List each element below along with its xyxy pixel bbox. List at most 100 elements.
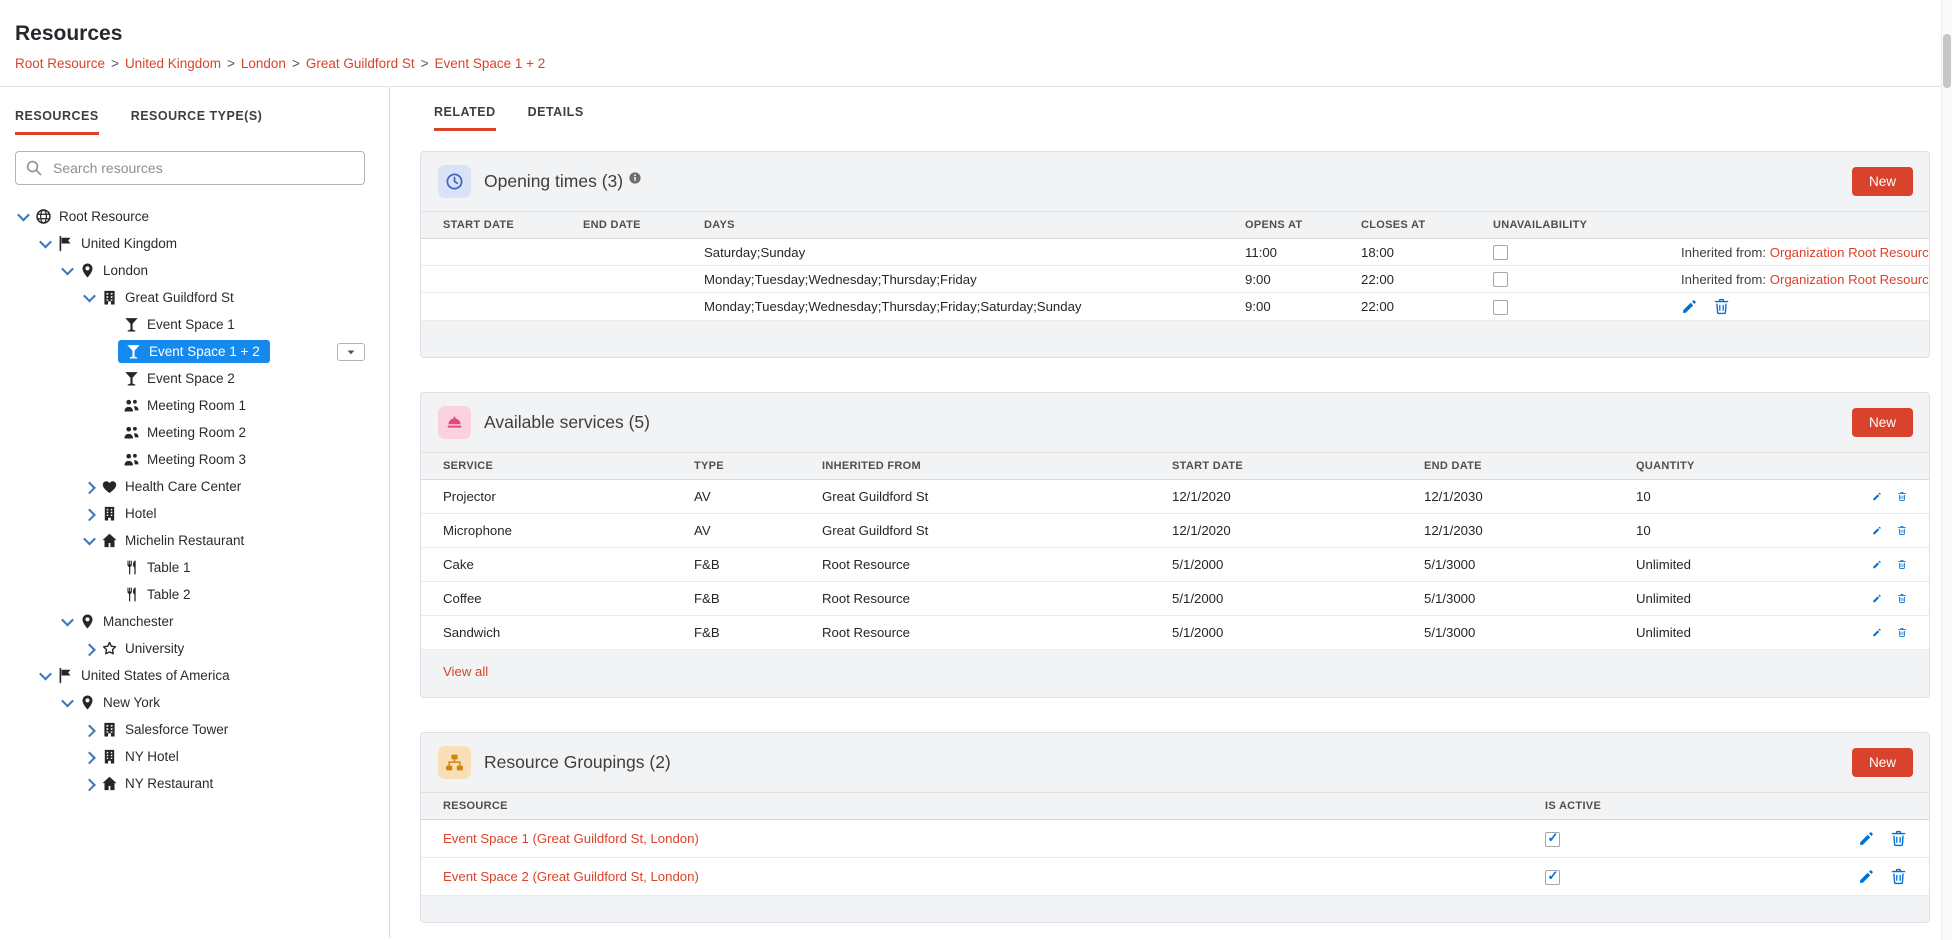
- tree-item-meeting-room-3[interactable]: Meeting Room 3: [0, 446, 389, 473]
- chevron-down-icon[interactable]: [36, 667, 54, 685]
- unavailability-checkbox[interactable]: [1493, 272, 1508, 287]
- new-service-button[interactable]: New: [1852, 408, 1913, 437]
- resource-link[interactable]: Event Space 1 (Great Guildford St, Londo…: [443, 831, 699, 846]
- delete-button[interactable]: [1890, 868, 1907, 885]
- breadcrumb-link[interactable]: Root Resource: [15, 56, 105, 71]
- col-end-date: END DATE: [573, 212, 694, 239]
- chevron-down-icon[interactable]: [58, 262, 76, 280]
- tree-item-new-york[interactable]: New York: [0, 689, 389, 716]
- tree-item-event-space-1[interactable]: Event Space 1: [0, 311, 389, 338]
- chevron-right-icon[interactable]: [80, 640, 98, 658]
- tree-item-label: Meeting Room 2: [147, 425, 246, 440]
- vertical-scrollbar[interactable]: [1941, 0, 1952, 940]
- start-date-cell: 5/1/2000: [1162, 548, 1414, 582]
- tree-item-united-kingdom[interactable]: United Kingdom: [0, 230, 389, 257]
- new-grouping-button[interactable]: New: [1852, 748, 1913, 777]
- table-row: Cake F&B Root Resource 5/1/2000 5/1/3000…: [421, 548, 1929, 582]
- breadcrumb-separator: >: [421, 56, 429, 71]
- closes-at-cell: 18:00: [1351, 239, 1483, 266]
- chevron-right-icon[interactable]: [80, 478, 98, 496]
- tree-item-table-2[interactable]: Table 2: [0, 581, 389, 608]
- map-pin-icon: [79, 262, 96, 279]
- delete-button[interactable]: [1897, 556, 1907, 573]
- is-active-checkbox[interactable]: [1545, 832, 1560, 847]
- edit-button[interactable]: [1872, 488, 1882, 505]
- building-icon: [101, 748, 118, 765]
- building-icon: [101, 721, 118, 738]
- breadcrumb-link[interactable]: London: [241, 56, 286, 71]
- delete-button[interactable]: [1897, 488, 1907, 505]
- chevron-spacer: [102, 451, 120, 469]
- tab-resources[interactable]: RESOURCES: [15, 109, 99, 135]
- tree-item-university[interactable]: University: [0, 635, 389, 662]
- delete-button[interactable]: [1713, 298, 1730, 315]
- delete-button[interactable]: [1897, 522, 1907, 539]
- search-input[interactable]: [15, 151, 365, 185]
- edit-button[interactable]: [1872, 590, 1882, 607]
- edit-button[interactable]: [1872, 624, 1882, 641]
- tab-related[interactable]: RELATED: [434, 105, 496, 131]
- tab-details[interactable]: DETAILS: [528, 105, 584, 131]
- tree-item-ny-restaurant[interactable]: NY Restaurant: [0, 770, 389, 797]
- new-opening-time-button[interactable]: New: [1852, 167, 1913, 196]
- tree-item-table-1[interactable]: Table 1: [0, 554, 389, 581]
- edit-button[interactable]: [1681, 298, 1698, 315]
- chevron-down-icon[interactable]: [80, 289, 98, 307]
- tree-item-menu-button[interactable]: [337, 343, 365, 361]
- tree-item-united-states[interactable]: United States of America: [0, 662, 389, 689]
- tree-item-michelin-restaurant[interactable]: Michelin Restaurant: [0, 527, 389, 554]
- opens-at-cell: 9:00: [1235, 293, 1351, 321]
- edit-button[interactable]: [1858, 868, 1875, 885]
- tree-item-manchester[interactable]: Manchester: [0, 608, 389, 635]
- tree-item-label: Event Space 1: [147, 317, 235, 332]
- tree-item-event-space-1-2[interactable]: Event Space 1 + 2: [0, 338, 389, 365]
- tree-item-great-guildford-st[interactable]: Great Guildford St: [0, 284, 389, 311]
- tree-item-hotel[interactable]: Hotel: [0, 500, 389, 527]
- col-inherited-from: INHERITED FROM: [812, 453, 1162, 480]
- home-icon: [101, 532, 118, 549]
- unavailability-checkbox[interactable]: [1493, 300, 1508, 315]
- chevron-down-icon[interactable]: [36, 235, 54, 253]
- col-closes-at: CLOSES AT: [1351, 212, 1483, 239]
- edit-button[interactable]: [1872, 522, 1882, 539]
- is-active-checkbox[interactable]: [1545, 870, 1560, 885]
- tree-item-meeting-room-2[interactable]: Meeting Room 2: [0, 419, 389, 446]
- view-all-link[interactable]: View all: [443, 664, 488, 679]
- tree-item-salesforce-tower[interactable]: Salesforce Tower: [0, 716, 389, 743]
- delete-button[interactable]: [1890, 830, 1907, 847]
- breadcrumb-link[interactable]: Event Space 1 + 2: [435, 56, 546, 71]
- info-icon[interactable]: [628, 171, 642, 185]
- delete-button[interactable]: [1897, 590, 1907, 607]
- inherited-from-link[interactable]: Organization Root Resource .: [1770, 272, 1929, 287]
- tree-item-root-resource[interactable]: Root Resource: [0, 203, 389, 230]
- tree-item-event-space-2[interactable]: Event Space 2: [0, 365, 389, 392]
- delete-button[interactable]: [1897, 624, 1907, 641]
- tree-item-health-care-center[interactable]: Health Care Center: [0, 473, 389, 500]
- chevron-down-icon[interactable]: [80, 532, 98, 550]
- chevron-right-icon[interactable]: [80, 721, 98, 739]
- table-row: Projector AV Great Guildford St 12/1/202…: [421, 480, 1929, 514]
- edit-button[interactable]: [1858, 830, 1875, 847]
- tree-item-ny-hotel[interactable]: NY Hotel: [0, 743, 389, 770]
- service-cell: Sandwich: [421, 616, 684, 650]
- tree-item-meeting-room-1[interactable]: Meeting Room 1: [0, 392, 389, 419]
- unavailability-checkbox[interactable]: [1493, 245, 1508, 260]
- breadcrumb-link[interactable]: United Kingdom: [125, 56, 221, 71]
- chevron-down-icon[interactable]: [58, 694, 76, 712]
- inherited-from-link[interactable]: Organization Root Resource .: [1770, 245, 1929, 260]
- chevron-right-icon[interactable]: [80, 748, 98, 766]
- resource-link[interactable]: Event Space 2 (Great Guildford St, Londo…: [443, 869, 699, 884]
- type-cell: F&B: [684, 548, 812, 582]
- tree-item-london[interactable]: London: [0, 257, 389, 284]
- chevron-down-icon[interactable]: [58, 613, 76, 631]
- inherited-cell: Inherited from: Organization Root Resour…: [1671, 239, 1929, 266]
- inherited-cell: Inherited from: Organization Root Resour…: [1671, 266, 1929, 293]
- edit-button[interactable]: [1872, 556, 1882, 573]
- breadcrumb-link[interactable]: Great Guildford St: [306, 56, 415, 71]
- chevron-right-icon[interactable]: [80, 505, 98, 523]
- chevron-right-icon[interactable]: [80, 775, 98, 793]
- table-header-row: RESOURCE IS ACTIVE: [421, 793, 1929, 820]
- tab-resource-types[interactable]: RESOURCE TYPE(S): [131, 109, 263, 135]
- scrollbar-thumb[interactable]: [1943, 34, 1951, 88]
- chevron-down-icon[interactable]: [14, 208, 32, 226]
